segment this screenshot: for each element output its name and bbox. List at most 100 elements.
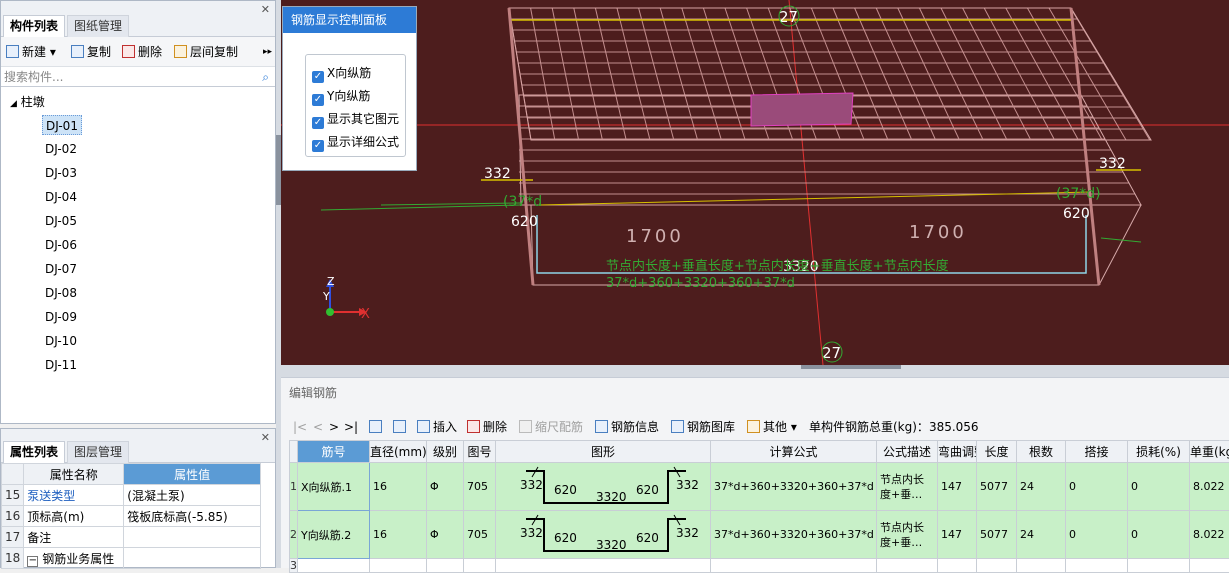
- delete-row-button[interactable]: 删除: [467, 419, 507, 435]
- empty-cell[interactable]: [1017, 559, 1066, 573]
- move-down-icon[interactable]: [393, 419, 409, 435]
- loss-cell[interactable]: 0: [1128, 511, 1190, 559]
- column-header[interactable]: 搭接: [1066, 441, 1128, 463]
- new-button[interactable]: 新建 ▾: [6, 44, 56, 60]
- column-header[interactable]: 级别: [427, 441, 464, 463]
- table-row[interactable]: 1X向纵筋.116Φ705332620332062033237*d+360+33…: [290, 463, 1229, 511]
- lap-cell[interactable]: 0: [1066, 463, 1128, 511]
- empty-cell[interactable]: [298, 559, 370, 573]
- grade-cell[interactable]: Φ: [427, 463, 464, 511]
- column-header[interactable]: 损耗(%): [1128, 441, 1190, 463]
- empty-cell[interactable]: [977, 559, 1017, 573]
- empty-cell[interactable]: [938, 559, 977, 573]
- tab-component-list[interactable]: 构件列表: [3, 15, 65, 37]
- table-row[interactable]: 3: [290, 559, 1229, 573]
- unit-weight-cell[interactable]: 8.022: [1190, 463, 1229, 511]
- empty-cell[interactable]: [370, 559, 427, 573]
- figure-number-cell[interactable]: 705: [464, 463, 496, 511]
- rebar-3d-drawing[interactable]: 27 27 332 332 620 620 3320 1700 1700 (37…: [281, 0, 1229, 365]
- tab-drawing-management[interactable]: 图纸管理: [67, 15, 129, 37]
- floor-copy-button[interactable]: 层间复制: [174, 44, 238, 60]
- column-header[interactable]: 根数: [1017, 441, 1066, 463]
- collapse-expander-icon[interactable]: −: [27, 556, 38, 567]
- insert-button[interactable]: 插入: [417, 419, 457, 435]
- tree-item[interactable]: DJ-05: [42, 211, 80, 231]
- delete-button[interactable]: 删除: [122, 44, 162, 60]
- empty-cell[interactable]: [711, 559, 877, 573]
- row-number[interactable]: 1: [290, 463, 298, 511]
- tree-item[interactable]: DJ-06: [42, 235, 80, 255]
- unit-weight-cell[interactable]: 8.022: [1190, 511, 1229, 559]
- tree-item[interactable]: DJ-08: [42, 283, 80, 303]
- column-header[interactable]: 公式描述: [877, 441, 938, 463]
- length-cell[interactable]: 5077: [977, 463, 1017, 511]
- tree-item[interactable]: DJ-09: [42, 307, 80, 327]
- tree-item[interactable]: DJ-07: [42, 259, 80, 279]
- tab-property-list[interactable]: 属性列表: [3, 441, 65, 463]
- empty-cell[interactable]: [1066, 559, 1128, 573]
- loss-cell[interactable]: 0: [1128, 463, 1190, 511]
- close-icon[interactable]: ✕: [261, 431, 270, 444]
- empty-cell[interactable]: [464, 559, 496, 573]
- nav-prev-button[interactable]: <: [313, 419, 323, 435]
- nav-last-button[interactable]: >|: [344, 419, 358, 435]
- empty-cell[interactable]: [877, 559, 938, 573]
- empty-cell[interactable]: [1128, 559, 1190, 573]
- close-icon[interactable]: ✕: [261, 3, 270, 16]
- move-up-icon[interactable]: [369, 419, 385, 435]
- formula-description-cell[interactable]: 节点内长度+垂…: [877, 511, 938, 559]
- formula-description-cell[interactable]: 节点内长度+垂…: [877, 463, 938, 511]
- column-header[interactable]: 弯曲调整: [938, 441, 977, 463]
- row-number[interactable]: 3: [290, 559, 298, 573]
- horizontal-splitter[interactable]: [281, 365, 1229, 377]
- tree-item[interactable]: DJ-03: [42, 163, 80, 183]
- length-cell[interactable]: 5077: [977, 511, 1017, 559]
- property-row[interactable]: 18 −钢筋业务属性: [2, 548, 261, 569]
- 3d-viewport[interactable]: 27 27 332 332 620 620 3320 1700 1700 (37…: [281, 0, 1229, 365]
- column-header[interactable]: 图形: [496, 441, 711, 463]
- formula-cell[interactable]: 37*d+360+3320+360+37*d: [711, 463, 877, 511]
- rebar-library-button[interactable]: 钢筋图库: [671, 419, 735, 435]
- bend-adjust-cell[interactable]: 147: [938, 463, 977, 511]
- rebar-name-cell[interactable]: X向纵筋.1: [298, 463, 370, 511]
- nav-next-button[interactable]: >: [329, 419, 339, 435]
- tab-layer-management[interactable]: 图层管理: [67, 441, 129, 463]
- diameter-cell[interactable]: 16: [370, 511, 427, 559]
- nav-first-button[interactable]: |<: [293, 419, 307, 435]
- checkbox-show-formula[interactable]: ✓显示详细公式: [312, 133, 399, 151]
- shape-cell[interactable]: 3326203320620332: [496, 463, 711, 511]
- column-header[interactable]: 图号: [464, 441, 496, 463]
- property-row[interactable]: 16 顶标高(m) 筏板底标高(-5.85): [2, 506, 261, 527]
- checkbox-y-rebar[interactable]: ✓Y向纵筋: [312, 87, 370, 105]
- formula-cell[interactable]: 37*d+360+3320+360+37*d: [711, 511, 877, 559]
- scale-rebar-button[interactable]: 缩尺配筋: [519, 419, 583, 435]
- shape-cell[interactable]: 3326203320620332: [496, 511, 711, 559]
- rebar-name-cell[interactable]: Y向纵筋.2: [298, 511, 370, 559]
- figure-number-cell[interactable]: 705: [464, 511, 496, 559]
- column-header[interactable]: 计算公式: [711, 441, 877, 463]
- checkbox-x-rebar[interactable]: ✓X向纵筋: [312, 64, 371, 82]
- checkbox-show-other-elements[interactable]: ✓显示其它图元: [312, 110, 399, 128]
- grade-cell[interactable]: Φ: [427, 511, 464, 559]
- tree-item[interactable]: DJ-02: [42, 139, 80, 159]
- column-header[interactable]: 筋号: [298, 441, 370, 463]
- empty-cell[interactable]: [1190, 559, 1229, 573]
- tree-item[interactable]: DJ-11: [42, 355, 80, 375]
- empty-cell[interactable]: [496, 559, 711, 573]
- more-button[interactable]: ▸▸: [263, 44, 272, 60]
- bend-adjust-cell[interactable]: 147: [938, 511, 977, 559]
- tree-item[interactable]: DJ-10: [42, 331, 80, 351]
- property-row[interactable]: 17 备注: [2, 527, 261, 548]
- column-header[interactable]: 直径(mm): [370, 441, 427, 463]
- empty-cell[interactable]: [427, 559, 464, 573]
- tree-item[interactable]: DJ-04: [42, 187, 80, 207]
- column-header[interactable]: 长度: [977, 441, 1017, 463]
- lap-cell[interactable]: 0: [1066, 511, 1128, 559]
- other-menu-button[interactable]: 其他 ▾: [747, 419, 797, 435]
- rebar-info-button[interactable]: 钢筋信息: [595, 419, 659, 435]
- column-header[interactable]: 单重(kg): [1190, 441, 1229, 463]
- diameter-cell[interactable]: 16: [370, 463, 427, 511]
- row-number[interactable]: 2: [290, 511, 298, 559]
- copy-button[interactable]: 复制: [71, 44, 111, 60]
- count-cell[interactable]: 24: [1017, 511, 1066, 559]
